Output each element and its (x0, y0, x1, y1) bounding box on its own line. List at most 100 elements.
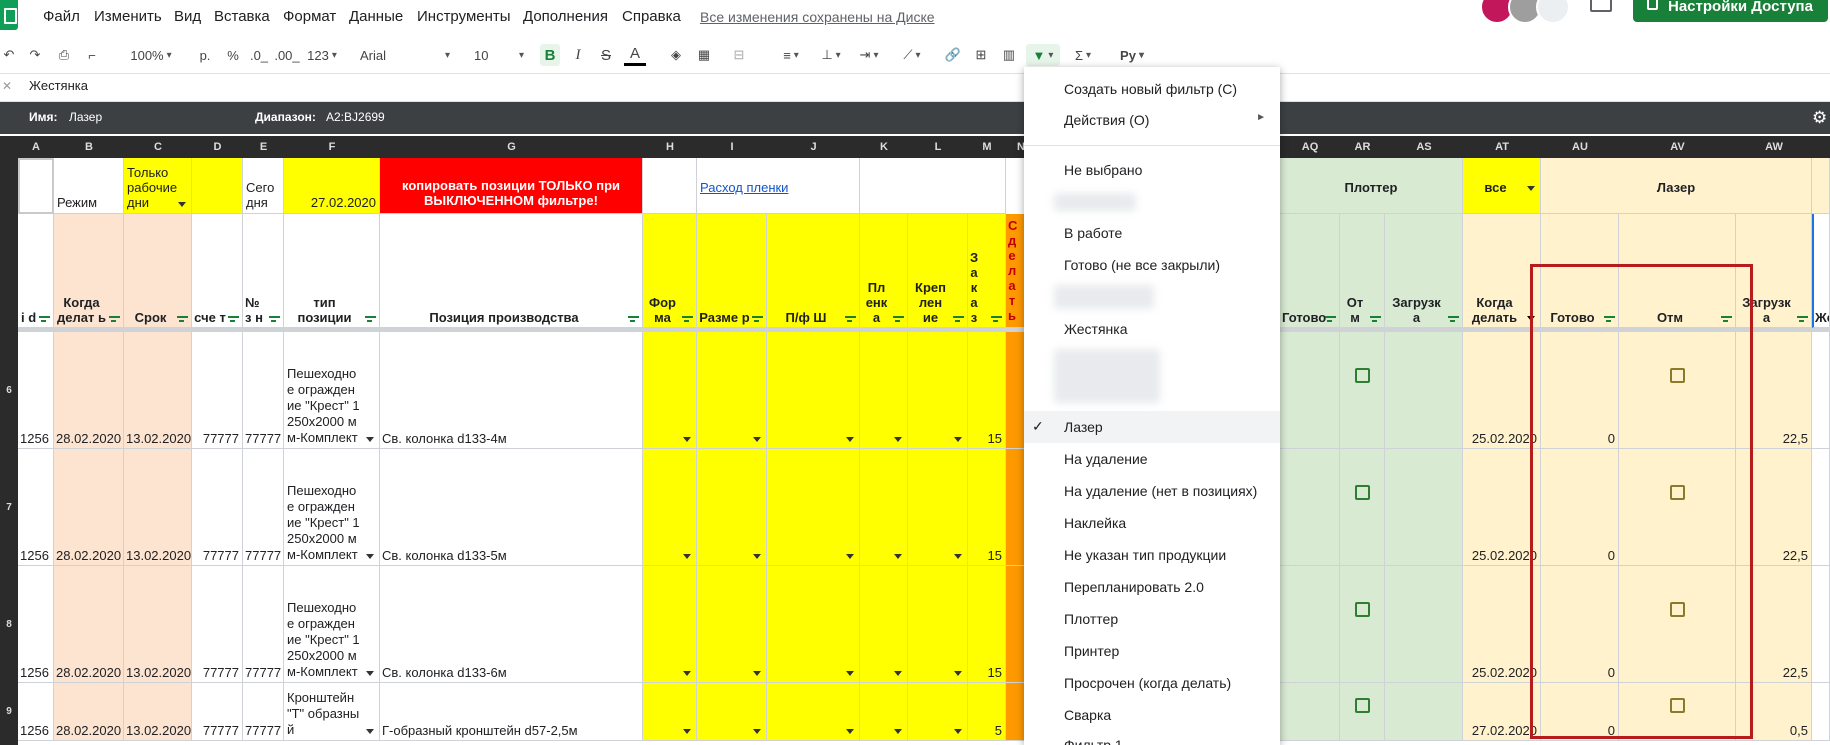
percent-button[interactable]: % (224, 44, 242, 66)
table-cell[interactable]: 15 (968, 566, 1006, 683)
table-cell[interactable] (643, 683, 697, 741)
table-cell[interactable] (1340, 566, 1385, 683)
bold-button[interactable]: B (540, 44, 560, 66)
table-cell[interactable] (1280, 332, 1340, 449)
table-cell[interactable]: Пешеходное ограждение "Крест" 1250х2000 … (284, 449, 380, 566)
chevron-down-icon[interactable] (683, 437, 691, 442)
table-cell[interactable]: 77777 (192, 449, 243, 566)
header-order-no[interactable]: № з н (243, 214, 284, 328)
comment-icon[interactable] (1590, 0, 1612, 12)
header-when[interactable]: Когда делат ь (54, 214, 124, 328)
cell-ax1[interactable] (1812, 158, 1830, 214)
column-header-f[interactable]: F (284, 136, 380, 158)
column-header-a[interactable]: A (18, 136, 54, 158)
table-cell[interactable]: 1256 (18, 332, 54, 449)
table-cell[interactable]: 77777 (243, 449, 284, 566)
column-header-ar[interactable]: AR (1340, 136, 1385, 158)
column-header-m[interactable]: M (968, 136, 1006, 158)
table-cell[interactable] (697, 683, 767, 741)
more-formats-select[interactable]: 123 (304, 44, 340, 66)
header-position[interactable]: Позиция производства (380, 214, 643, 328)
share-button[interactable]: Настройки Доступа (1633, 0, 1828, 22)
table-cell[interactable]: 1256 (18, 449, 54, 566)
header-mount[interactable]: Креп лен ие (908, 214, 968, 328)
filter-icon[interactable] (365, 316, 376, 323)
filter-icon[interactable] (845, 316, 856, 323)
redo-icon[interactable]: ↷ (26, 44, 44, 66)
table-cell[interactable]: Г-образный кронштейн d57-2,5м (380, 683, 643, 741)
column-header-c[interactable]: C (124, 136, 192, 158)
table-cell[interactable]: 5 (968, 683, 1006, 741)
table-cell[interactable] (1340, 332, 1385, 449)
table-cell[interactable]: 77777 (192, 566, 243, 683)
strikethrough-button[interactable]: S (596, 44, 616, 66)
header-ar[interactable]: От м (1340, 214, 1385, 328)
table-cell[interactable] (767, 566, 860, 683)
chevron-down-icon[interactable] (1527, 186, 1535, 191)
chevron-down-icon[interactable] (954, 437, 962, 442)
row-number[interactable]: 7 (0, 501, 18, 513)
menu-item-tin[interactable]: Жестянка (1064, 321, 1128, 337)
header-film[interactable]: Пл енк а (860, 214, 908, 328)
menu-item-actions[interactable]: Действия (O) ► (1064, 112, 1266, 128)
menu-format[interactable]: Формат (283, 8, 336, 25)
table-cell[interactable] (767, 449, 860, 566)
table-cell[interactable] (1280, 566, 1340, 683)
column-header-h[interactable]: H (643, 136, 697, 158)
header-form[interactable]: Фор ма (643, 214, 697, 328)
filter-icon[interactable] (228, 316, 239, 323)
cell-c1[interactable]: Только рабочие дни (124, 158, 192, 214)
table-cell[interactable] (643, 332, 697, 449)
table-cell[interactable] (908, 566, 968, 683)
menu-item-create-filter[interactable]: Создать новый фильтр (C) (1064, 81, 1237, 97)
filter-icon[interactable] (1325, 316, 1336, 323)
menu-help[interactable]: Справка (622, 8, 681, 25)
zoom-select[interactable]: 100% (122, 44, 180, 66)
film-usage-link[interactable]: Расход пленки (700, 180, 788, 195)
column-header-av[interactable]: AV (1619, 136, 1736, 158)
table-cell[interactable]: 13.02.2020 (124, 683, 192, 741)
filter-icon[interactable] (1448, 316, 1459, 323)
column-header-g[interactable]: G (380, 136, 643, 158)
table-cell[interactable]: 28.02.2020 (54, 449, 124, 566)
header-pf[interactable]: П/ф Ш (767, 214, 860, 328)
formula-input[interactable]: Жестянка (29, 78, 88, 93)
filter-icon[interactable] (1797, 316, 1808, 323)
menu-item-filter1[interactable]: Фильтр 1 (1064, 737, 1123, 745)
table-cell[interactable] (697, 449, 767, 566)
chevron-down-icon[interactable] (753, 671, 761, 676)
cell-plotter[interactable]: Плоттер (1280, 158, 1463, 214)
cell-d1[interactable] (192, 158, 243, 214)
cell-g1[interactable]: копировать позиции ТОЛЬКО при ВЫКЛЮЧЕННО… (380, 158, 643, 214)
table-cell[interactable] (860, 566, 908, 683)
chevron-down-icon[interactable] (954, 729, 962, 734)
cell-b1[interactable]: Режим (54, 158, 124, 214)
insert-chart-icon[interactable]: ▥ (998, 44, 1020, 66)
redacted-item[interactable] (1054, 285, 1154, 309)
text-wrap-icon[interactable]: ⇥ (854, 44, 884, 66)
table-cell[interactable]: 28.02.2020 (54, 683, 124, 741)
filter-icon[interactable] (752, 316, 763, 323)
menu-item-sticker[interactable]: Наклейка (1064, 515, 1126, 531)
header-as[interactable]: Загрузк а (1385, 214, 1463, 328)
cell-f1[interactable]: 27.02.2020 (284, 158, 380, 214)
table-cell[interactable] (1340, 683, 1385, 741)
table-cell[interactable]: 77777 (243, 566, 284, 683)
chevron-down-icon[interactable] (894, 554, 902, 559)
column-header-aw[interactable]: AW (1736, 136, 1812, 158)
chevron-down-icon[interactable] (753, 729, 761, 734)
font-select[interactable]: Arial (360, 44, 450, 66)
table-cell[interactable] (908, 683, 968, 741)
menu-item-laser[interactable]: Лазер (1064, 419, 1103, 435)
work-days-select[interactable]: Только рабочие дни (127, 165, 183, 210)
row-number[interactable]: 8 (0, 618, 18, 630)
save-status-link[interactable]: Все изменения сохранены на Диске (700, 9, 935, 25)
filter-icon[interactable] (953, 316, 964, 323)
insert-comment-icon[interactable]: ⊞ (970, 44, 992, 66)
chevron-down-icon[interactable] (683, 554, 691, 559)
header-type[interactable]: тип позиции (284, 214, 380, 328)
cell-e1[interactable]: Сего дня (243, 158, 284, 214)
filter-name-input[interactable]: Лазер (69, 110, 102, 124)
table-cell[interactable] (1385, 566, 1463, 683)
chevron-down-icon[interactable] (954, 554, 962, 559)
